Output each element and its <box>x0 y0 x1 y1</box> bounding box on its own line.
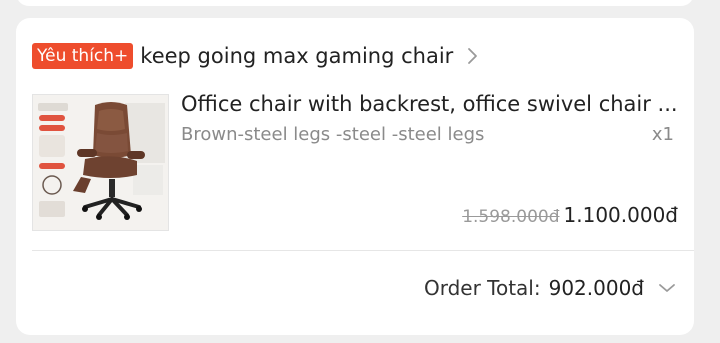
chevron-down-icon[interactable] <box>658 278 678 298</box>
shop-name[interactable]: keep going max gaming chair <box>140 44 453 68</box>
preferred-plus-badge: Yêu thích+ <box>32 43 134 69</box>
price-row: 1.598.000đ 1.100.000đ <box>462 203 678 227</box>
order-total-row[interactable]: Order Total: 902.000đ <box>424 276 678 300</box>
product-image[interactable] <box>32 94 169 231</box>
shop-header[interactable]: Yêu thích+ keep going max gaming chair <box>32 42 485 70</box>
product-name[interactable]: Office chair with backrest, office swive… <box>181 92 681 116</box>
order-card: Yêu thích+ keep going max gaming chair O… <box>16 18 694 335</box>
chevron-right-icon[interactable] <box>467 47 485 65</box>
original-price: 1.598.000đ <box>462 207 560 227</box>
sale-price: 1.100.000đ <box>563 203 678 227</box>
product-quantity: x1 <box>651 124 674 145</box>
divider <box>32 250 694 251</box>
order-total-label: Order Total: <box>423 276 541 300</box>
product-variant: Brown-steel legs -steel -steel legs <box>181 124 485 145</box>
order-total-value: 902.000đ <box>548 276 644 300</box>
office-chair-image <box>33 95 168 230</box>
previous-order-card <box>16 0 694 6</box>
